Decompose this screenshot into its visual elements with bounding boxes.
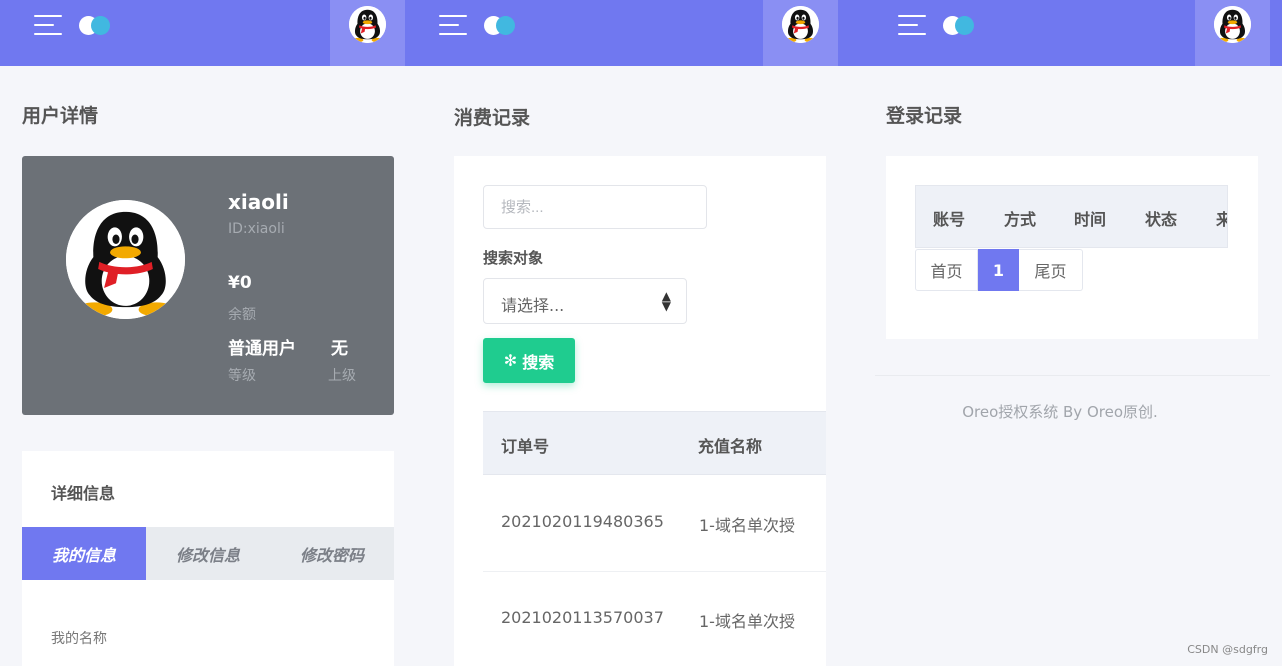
search-button-label: 搜索 xyxy=(522,352,555,372)
balance-label: 余额 xyxy=(228,307,256,323)
level-label: 等级 xyxy=(228,368,256,384)
username: xiaoli xyxy=(228,190,289,214)
order-number: 2021020113570037 xyxy=(501,608,664,627)
select-value: 请选择... xyxy=(501,296,565,315)
page-title: 登录记录 xyxy=(886,105,963,127)
column-header-source: 来 xyxy=(1216,206,1227,230)
column-header-account: 账号 xyxy=(933,210,966,229)
footer-text: Oreo授权系统 By Oreo原创. xyxy=(962,403,1158,421)
user-detail-panel: 用户详情 xiaoli ID:xiaoli ¥0 余额 普通用户 等级 无 上级… xyxy=(0,0,405,666)
detail-tabs: 我的信息 修改信息 修改密码 xyxy=(22,527,394,580)
page-title: 消费记录 xyxy=(454,107,531,129)
search-target-select[interactable]: 请选择... ▲ ▼ xyxy=(483,278,687,324)
user-avatar-button[interactable] xyxy=(1195,0,1270,66)
theme-toggle-icon[interactable] xyxy=(79,15,113,37)
column-header-name: 充值名称 xyxy=(698,437,763,456)
level-value: 普通用户 xyxy=(228,339,296,359)
menu-icon[interactable] xyxy=(34,15,62,37)
user-id: ID:xiaoli xyxy=(228,221,285,237)
balance-value: ¥0 xyxy=(228,273,252,293)
column-header-method: 方式 xyxy=(1004,210,1037,229)
qq-penguin-avatar-icon xyxy=(782,6,819,43)
menu-icon[interactable] xyxy=(898,15,926,37)
top-bar xyxy=(838,0,1282,66)
column-header-order: 订单号 xyxy=(501,437,550,456)
user-avatar-button[interactable] xyxy=(330,0,405,66)
detail-title: 详细信息 xyxy=(51,484,116,503)
watermark: CSDN @sdgfrg xyxy=(1187,643,1268,656)
detail-info-card: 详细信息 我的信息 修改信息 修改密码 我的名称 xyxy=(22,451,394,666)
consume-records-panel: 消费记录 搜索对象 请选择... ▲▼ ✻ 搜索 订单号 充值名称 202102… xyxy=(405,0,838,666)
pagination: 首页 1 尾页 xyxy=(915,249,1083,291)
column-header-time: 时间 xyxy=(1074,210,1107,229)
parent-label: 上级 xyxy=(328,368,356,384)
order-number: 2021020119480365 xyxy=(501,512,664,531)
tab-edit-info[interactable]: 修改信息 xyxy=(146,527,270,580)
search-button[interactable]: ✻ 搜索 xyxy=(483,338,575,383)
theme-toggle-icon[interactable] xyxy=(943,15,977,37)
table-header: 账号 方式 时间 状态 来 xyxy=(915,185,1228,248)
consume-card: 搜索对象 请选择... ▲▼ ✻ 搜索 订单号 充值名称 20210201194… xyxy=(454,156,826,666)
table-header: 订单号 充值名称 xyxy=(483,411,826,475)
parent-value: 无 xyxy=(331,339,348,359)
last-page-button[interactable]: 尾页 xyxy=(1019,249,1083,291)
name-field-label: 我的名称 xyxy=(51,631,107,647)
page-title: 用户详情 xyxy=(22,105,99,127)
user-summary-card: xiaoli ID:xiaoli ¥0 余额 普通用户 等级 无 上级 xyxy=(22,156,394,415)
tab-my-info[interactable]: 我的信息 xyxy=(22,527,146,580)
search-target-label: 搜索对象 xyxy=(483,249,544,267)
first-page-button[interactable]: 首页 xyxy=(915,249,978,291)
menu-icon[interactable] xyxy=(439,15,467,37)
login-records-panel: 登录记录 账号 方式 时间 状态 来 首页 1 尾页 Oreo授权系统 By O… xyxy=(838,0,1282,666)
snowflake-icon: ✻ xyxy=(503,351,518,370)
user-avatar-button[interactable] xyxy=(763,0,838,66)
theme-toggle-icon[interactable] xyxy=(484,15,518,37)
login-records-card: 账号 方式 时间 状态 来 首页 1 尾页 xyxy=(886,156,1258,339)
recharge-name: 1-域名单次授 xyxy=(699,516,795,535)
table-row: 2021020113570037 1-域名单次授 xyxy=(483,572,826,666)
top-bar xyxy=(0,0,405,66)
search-input[interactable] xyxy=(483,185,707,229)
top-bar xyxy=(405,0,838,66)
table-row: 2021020119480365 1-域名单次授 xyxy=(483,476,826,572)
page-1-button[interactable]: 1 xyxy=(978,249,1019,291)
sort-arrows-icon: ▲ ▼ xyxy=(661,289,671,313)
qq-penguin-avatar-icon xyxy=(349,6,386,43)
divider xyxy=(875,375,1270,376)
recharge-name: 1-域名单次授 xyxy=(699,612,795,631)
qq-penguin-avatar-icon xyxy=(1214,6,1251,43)
column-header-status: 状态 xyxy=(1145,210,1178,229)
qq-penguin-avatar-icon xyxy=(66,200,185,319)
tab-change-password[interactable]: 修改密码 xyxy=(270,527,394,580)
